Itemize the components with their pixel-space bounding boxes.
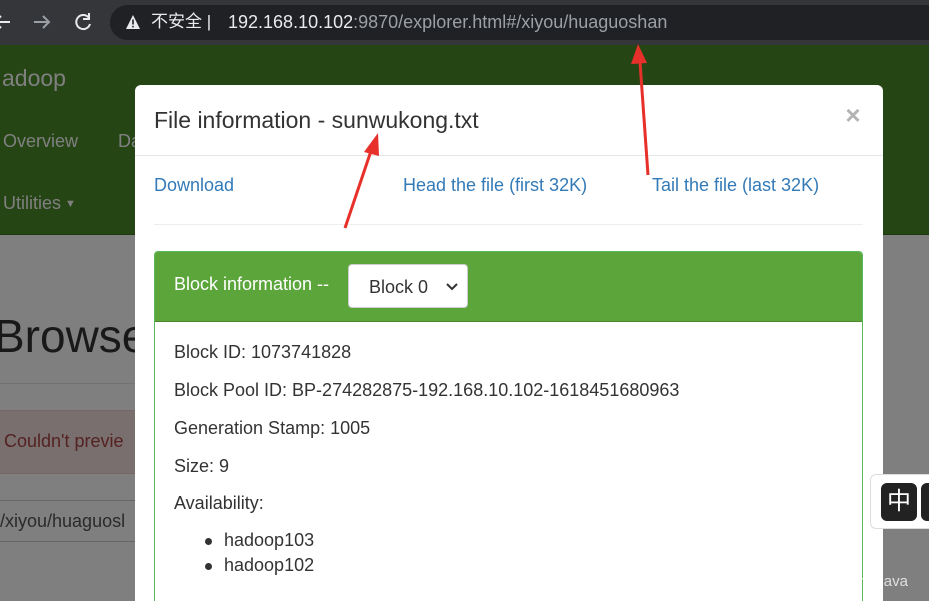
block-size: Size: 9 bbox=[174, 456, 230, 476]
url-text[interactable]: 192.168.10.102:9870/explorer.html#/xiyou… bbox=[228, 11, 667, 33]
ime-secondary-button[interactable] bbox=[921, 483, 929, 521]
download-link[interactable]: Download bbox=[154, 175, 234, 196]
availability-label: Availability: bbox=[174, 493, 264, 513]
warning-triangle-icon[interactable] bbox=[125, 14, 141, 30]
file-information-dialog: File information - sunwukong.txt × Downl… bbox=[135, 85, 883, 601]
block-id: Block ID: 1073741828 bbox=[174, 342, 352, 362]
generation-stamp: Generation Stamp: 1005 bbox=[174, 418, 371, 438]
block-pool-id: Block Pool ID: BP-274282875-192.168.10.1… bbox=[174, 380, 680, 400]
block-select[interactable]: Block 0 bbox=[348, 264, 468, 308]
security-indicator[interactable]: 不安全 | bbox=[151, 11, 211, 33]
tail-file-link[interactable]: Tail the file (last 32K) bbox=[652, 175, 819, 196]
reload-icon[interactable] bbox=[71, 9, 95, 35]
block-information-panel: Block information -- Block 0 Block ID: 1… bbox=[154, 251, 863, 601]
links-divider bbox=[154, 224, 863, 225]
list-bullet bbox=[205, 563, 212, 570]
chevron-down-icon bbox=[445, 280, 459, 294]
block-select-value: Block 0 bbox=[369, 277, 429, 297]
ime-toolbar[interactable]: 中 bbox=[870, 474, 929, 529]
watermark: https://blog.csdn.net/grd_java bbox=[712, 573, 908, 590]
ime-chinese-mode-icon[interactable]: 中 bbox=[881, 483, 917, 521]
url-path: :9870/explorer.html#/xiyou/huaguoshan bbox=[353, 12, 668, 32]
close-icon[interactable]: × bbox=[841, 102, 865, 128]
forward-arrow-icon[interactable] bbox=[30, 9, 54, 35]
browser-toolbar: 不安全 | 192.168.10.102:9870/explorer.html#… bbox=[0, 0, 929, 45]
host-item: hadoop103 bbox=[224, 530, 315, 550]
url-host: 192.168.10.102 bbox=[228, 12, 354, 32]
list-bullet bbox=[205, 538, 212, 545]
dialog-header: File information - sunwukong.txt × bbox=[135, 85, 883, 156]
block-panel-header: Block information -- Block 0 bbox=[155, 252, 862, 322]
back-arrow-icon[interactable] bbox=[0, 9, 14, 35]
host-item: hadoop102 bbox=[224, 555, 315, 575]
block-panel-title: Block information -- bbox=[174, 274, 330, 294]
dialog-title: File information - sunwukong.txt bbox=[154, 107, 479, 133]
head-file-link[interactable]: Head the file (first 32K) bbox=[403, 175, 587, 196]
